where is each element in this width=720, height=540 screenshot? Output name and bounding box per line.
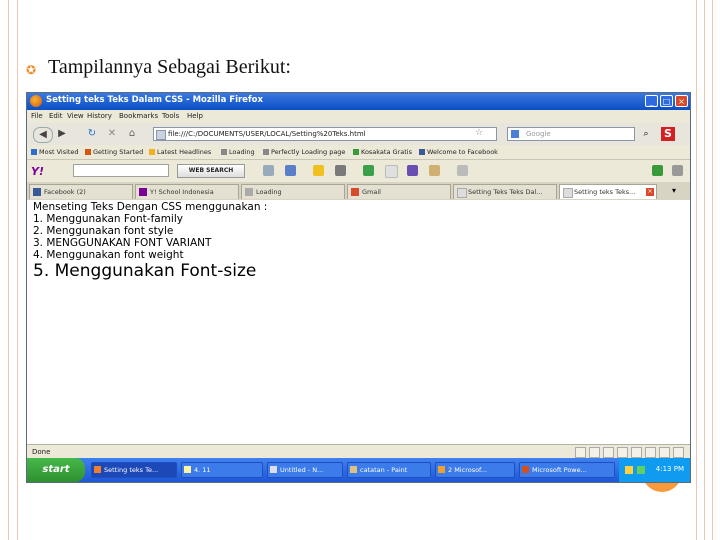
search-input[interactable]: Google <box>507 127 635 141</box>
status-icon-6[interactable] <box>645 447 656 458</box>
content-line-4: 4. Menggunakan font weight <box>33 249 184 261</box>
menu-view[interactable]: View <box>67 112 84 120</box>
bookmark-item[interactable]: Latest Headlines <box>149 148 211 156</box>
settings-icon[interactable] <box>672 165 683 176</box>
taskbar-item-powerpoint[interactable]: Microsoft Powe... <box>519 462 615 478</box>
tab-list-icon[interactable]: ▾ <box>667 184 681 198</box>
status-icon-4[interactable] <box>617 447 628 458</box>
tab-gmail[interactable]: Gmail <box>347 184 451 199</box>
yahoo-logo[interactable]: Y! <box>31 165 44 178</box>
browser-screenshot: Setting teks Teks Dalam CSS - Mozilla Fi… <box>26 92 691 483</box>
back-icon[interactable]: ◀ <box>33 127 53 143</box>
menu-history[interactable]: History <box>87 112 112 120</box>
games-icon[interactable] <box>335 165 346 176</box>
stop-icon[interactable]: ✕ <box>105 127 119 141</box>
s-addon-icon[interactable]: S <box>661 127 675 141</box>
menu-bookmarks[interactable]: Bookmarks <box>119 112 158 120</box>
menu-help[interactable]: Help <box>187 112 203 120</box>
menu-bar: File Edit View History Bookmarks Tools H… <box>27 110 690 123</box>
maximize-button[interactable]: □ <box>660 95 673 107</box>
status-icon-8[interactable] <box>673 447 684 458</box>
tab-facebook[interactable]: Facebook (2) <box>29 184 133 199</box>
tray-icon[interactable] <box>625 466 633 474</box>
content-line-5: 5. Menggunakan Font-size <box>33 261 257 281</box>
bookmarks-toolbar: Most Visited Getting Started Latest Head… <box>27 145 690 159</box>
answers-icon[interactable] <box>429 165 440 176</box>
close-button[interactable]: × <box>675 95 688 107</box>
system-tray: 4:13 PM <box>619 458 690 482</box>
weather-icon[interactable] <box>457 165 468 176</box>
web-search-button[interactable]: WEB SEARCH <box>177 164 245 178</box>
address-bar[interactable]: file:///C:/DOCUMENTS/USER/LOCAL/Setting%… <box>153 127 497 141</box>
decorative-line-2 <box>17 0 18 540</box>
bookmark-item[interactable]: Welcome to Facebook <box>419 148 498 156</box>
circle-bullet-icon: ✪ <box>26 63 37 77</box>
star-icon[interactable]: ☆ <box>475 128 483 138</box>
bookmark-item[interactable]: Most Visited <box>31 148 79 156</box>
home-icon[interactable]: ⌂ <box>125 127 139 141</box>
status-icon-1[interactable] <box>575 447 586 458</box>
status-bar: Done <box>27 444 690 459</box>
content-line-2: 2. Menggunakan font style <box>33 225 174 237</box>
yahoo-toolbar: Y! WEB SEARCH <box>27 159 690 182</box>
more-icon[interactable] <box>652 165 663 176</box>
start-button[interactable]: start <box>27 458 85 482</box>
status-text: Done <box>32 448 51 456</box>
reload-icon[interactable]: ↻ <box>85 127 99 141</box>
tab-loading[interactable]: Loading <box>241 184 345 199</box>
status-icon-5[interactable] <box>631 447 642 458</box>
firefox-icon <box>30 95 42 107</box>
windows-taskbar: start Setting teks Te... 4. 11 Untitled … <box>27 458 690 482</box>
decorative-line-5 <box>712 0 713 540</box>
tab-bar: Facebook (2) Y! School Indonesia Loading… <box>27 182 690 200</box>
tab-setting-teks-1[interactable]: Setting Teks Teks Dal... <box>453 184 557 199</box>
window-title: Setting teks Teks Dalam CSS - Mozilla Fi… <box>46 95 263 105</box>
taskbar-item-paint[interactable]: catatan - Paint <box>347 462 431 478</box>
taskbar-item-folder[interactable]: 4. 11 <box>181 462 263 478</box>
tray-icon[interactable] <box>637 466 645 474</box>
forward-icon[interactable]: ▶ <box>55 127 69 141</box>
slide-title: Tampilannya Sebagai Berikut: <box>48 56 291 78</box>
status-icon-3[interactable] <box>603 447 614 458</box>
page-favicon-icon <box>156 130 166 140</box>
mail-icon[interactable] <box>285 165 296 176</box>
yahoo-search-input[interactable] <box>73 164 169 177</box>
decorative-line-4 <box>704 0 705 540</box>
page-content: Menseting Teks Dengan CSS menggunakan : … <box>27 200 690 444</box>
menu-edit[interactable]: Edit <box>49 112 63 120</box>
menu-tools[interactable]: Tools <box>162 112 179 120</box>
decorative-line-3 <box>696 0 697 540</box>
tab-close-icon[interactable]: × <box>646 188 654 196</box>
address-text: file:///C:/DOCUMENTS/USER/LOCAL/Setting%… <box>168 130 366 138</box>
taskbar-item-notepad[interactable]: Untitled - N... <box>267 462 343 478</box>
taskbar-item-microsoft[interactable]: 2 Microsof... <box>435 462 515 478</box>
clock: 4:13 PM <box>655 465 684 473</box>
news-icon[interactable] <box>363 165 374 176</box>
flickr-icon[interactable] <box>385 165 398 178</box>
search-icon[interactable]: ⌕ <box>639 127 653 141</box>
decorative-line-1 <box>8 0 9 540</box>
tab-setting-teks-active[interactable]: Setting teks Teks... × <box>559 184 657 199</box>
navigation-toolbar: ◀ ▶ ↻ ✕ ⌂ file:///C:/DOCUMENTS/USER/LOCA… <box>27 123 690 145</box>
content-line-1: 1. Menggunakan Font-family <box>33 213 183 225</box>
window-titlebar: Setting teks Teks Dalam CSS - Mozilla Fi… <box>27 93 690 110</box>
content-heading: Menseting Teks Dengan CSS menggunakan : <box>33 201 268 213</box>
bookmark-item[interactable]: Getting Started <box>85 148 143 156</box>
menu-file[interactable]: File <box>31 112 43 120</box>
search-placeholder: Google <box>526 130 551 138</box>
tab-yahoo-school[interactable]: Y! School Indonesia <box>135 184 239 199</box>
content-line-3: 3. MENGGUNAKAN FONT VARIANT <box>33 237 212 249</box>
bookmark-item[interactable]: Kosakata Gratis <box>353 148 412 156</box>
taskbar-item-firefox[interactable]: Setting teks Te... <box>91 462 177 478</box>
status-icon-2[interactable] <box>589 447 600 458</box>
pencil-icon[interactable] <box>263 165 274 176</box>
search-engine-icon <box>511 130 519 138</box>
minimize-button[interactable]: _ <box>645 95 658 107</box>
messenger-icon[interactable] <box>313 165 324 176</box>
bookmark-item[interactable]: Perfectly Loading page <box>263 148 345 156</box>
status-icon-7[interactable] <box>659 447 670 458</box>
music-icon[interactable] <box>407 165 418 176</box>
bookmark-item[interactable]: Loading <box>221 148 255 156</box>
